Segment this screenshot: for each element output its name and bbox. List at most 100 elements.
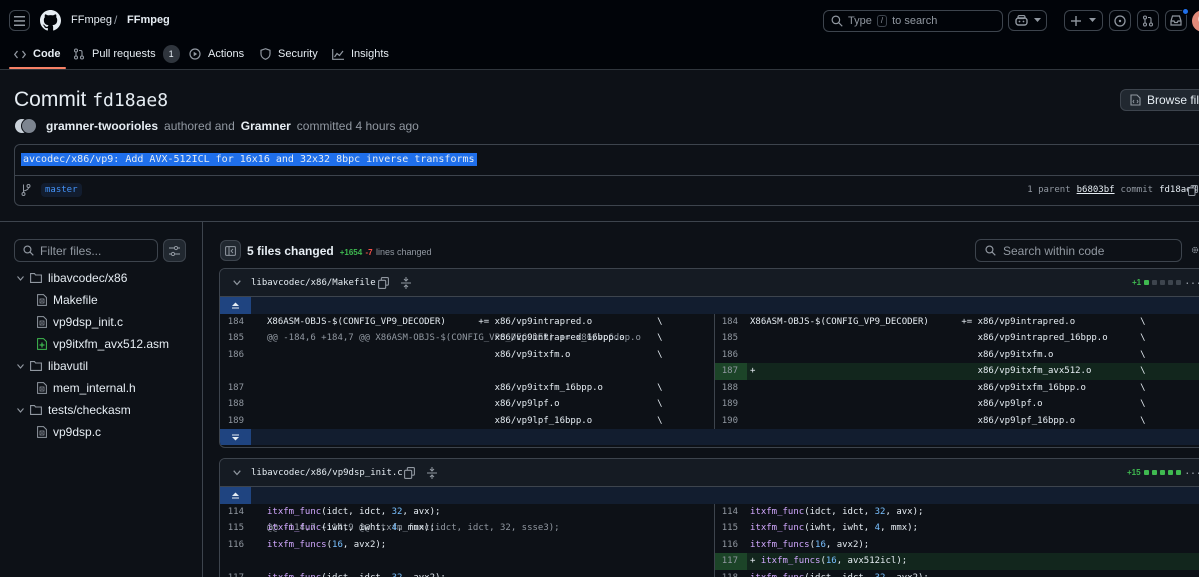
commit-title-word: Commit: [14, 88, 87, 111]
expand-down-icon: [232, 434, 239, 440]
copy-icon[interactable]: [1188, 185, 1198, 196]
deletions-count: -7: [365, 248, 373, 257]
fold-icon[interactable]: [427, 467, 437, 479]
tab-insights[interactable]: Insights: [332, 40, 389, 68]
line-number-right[interactable]: 190: [714, 413, 738, 430]
repo-name-link[interactable]: FFmpeg: [127, 14, 170, 26]
line-number-right[interactable]: 187: [714, 363, 738, 380]
line-number-left[interactable]: 188: [220, 396, 244, 413]
kebab-menu-icon[interactable]: ···: [1185, 464, 1199, 480]
parent-hash-link[interactable]: b6803bf: [1077, 185, 1115, 195]
line-number-left[interactable]: 187: [220, 380, 244, 397]
commit-message-box: avcodec/x86/vp9: Add AVX-512ICL for 16x1…: [14, 144, 1199, 206]
diff-file-header: libavcodec/x86/vp9dsp_init.c +15 ···: [220, 459, 1199, 487]
tree-folder-libavutil[interactable]: libavutil: [17, 356, 88, 376]
diff-file-name[interactable]: libavcodec/x86/Makefile: [251, 278, 376, 288]
line-number-left[interactable]: 114: [220, 504, 244, 521]
line-code-left: itxfm_funcs(16, avx2);: [267, 539, 387, 550]
line-code-right: + itxfm_funcs(16, avx512icl);: [750, 556, 908, 566]
line-number-right[interactable]: 184: [714, 314, 738, 331]
tree-file-mem-internal[interactable]: mem_internal.h: [37, 378, 136, 398]
repo-owner-link[interactable]: FFmpeg: [71, 14, 112, 26]
user-avatar[interactable]: [1192, 10, 1199, 32]
github-logo-icon[interactable]: [40, 10, 61, 31]
diff-line-added: 187 + x86/vp9itxfm_avx512.o \: [220, 363, 1199, 380]
tree-file-vp9dsp[interactable]: vp9dsp.c: [37, 422, 101, 442]
line-number-right[interactable]: 114: [714, 504, 738, 521]
expand-up-icon: [232, 492, 239, 499]
line-number-right[interactable]: 115: [714, 520, 738, 537]
expand-down-button[interactable]: [220, 429, 251, 445]
line-code-left: itxfm_func(idct, idct, 32, avx2);: [267, 570, 446, 577]
line-number-left[interactable]: 184: [220, 314, 244, 331]
line-number-left[interactable]: 116: [220, 537, 244, 554]
line-code-right: x86/vp9lpf_16bpp.o \: [750, 415, 1146, 426]
kebab-menu-icon[interactable]: ···: [1185, 274, 1199, 290]
chevron-down-icon[interactable]: [233, 280, 241, 286]
line-number-right[interactable]: 117: [714, 553, 738, 570]
diff-file-stat-text: +15: [1127, 468, 1141, 477]
tree-label: vp9itxfm_avx512.asm: [53, 337, 170, 351]
filter-files-input[interactable]: Filter files...: [14, 239, 158, 262]
global-search-input[interactable]: Type / to search: [823, 10, 1003, 32]
line-number-right[interactable]: 116: [714, 537, 738, 554]
chevron-down-icon[interactable]: [233, 470, 241, 476]
line-number-left[interactable]: 115: [220, 520, 244, 537]
copy-icon[interactable]: [404, 467, 415, 479]
browse-files-button[interactable]: Browse files: [1120, 89, 1199, 111]
diff-line: 187 x86/vp9itxfm_16bpp.o \ 188 x86/vp9itx…: [220, 379, 1199, 397]
branch-label[interactable]: master: [41, 183, 82, 197]
pull-requests-counter: 1: [162, 45, 180, 63]
expand-up-button[interactable]: [220, 487, 251, 504]
tab-pull-requests[interactable]: Pull requests 1: [73, 40, 180, 68]
chevron-down-icon: [1089, 18, 1096, 22]
toggle-file-tree-button[interactable]: [220, 240, 241, 261]
line-number-right[interactable]: 185: [714, 330, 738, 347]
diff-file-vp9dsp-init: libavcodec/x86/vp9dsp_init.c +15 ··· @@ …: [219, 458, 1199, 577]
line-number-right[interactable]: 118: [714, 570, 738, 577]
authored-text: authored and: [164, 119, 235, 133]
author-avatars[interactable]: [14, 118, 37, 134]
file-diff-icon: [37, 294, 47, 306]
tab-actions[interactable]: Actions: [189, 40, 244, 68]
tree-folder-tests-checkasm[interactable]: tests/checkasm: [17, 400, 131, 420]
line-number-left[interactable]: 189: [220, 413, 244, 430]
issues-button[interactable]: [1109, 10, 1131, 31]
tree-folder-libavcodec-x86[interactable]: libavcodec/x86: [17, 268, 127, 288]
copilot-button[interactable]: [1008, 10, 1047, 31]
expand-up-button[interactable]: [220, 297, 251, 314]
menu-button[interactable]: [9, 10, 30, 31]
filter-files-placeholder: Filter files...: [40, 243, 102, 258]
fold-icon[interactable]: [401, 277, 411, 289]
diff-file-stat-text: +1: [1132, 278, 1142, 287]
pull-requests-button[interactable]: [1137, 10, 1159, 31]
create-new-button[interactable]: [1064, 10, 1103, 31]
search-within-code-input[interactable]: Search within code: [975, 239, 1182, 262]
tree-file-vp9dsp-init[interactable]: vp9dsp_init.c: [37, 312, 123, 332]
copy-icon[interactable]: [378, 277, 389, 289]
line-number-right[interactable]: 188: [714, 380, 738, 397]
tab-code[interactable]: Code: [14, 40, 61, 68]
gear-icon[interactable]: [1191, 244, 1199, 256]
line-number-left[interactable]: 185: [220, 330, 244, 347]
line-number-right[interactable]: 189: [714, 396, 738, 413]
line-number-right[interactable]: 186: [714, 347, 738, 364]
tree-file-vp9itxfm-avx512[interactable]: vp9itxfm_avx512.asm: [37, 334, 169, 354]
tree-label: Makefile: [53, 293, 98, 307]
author-link[interactable]: gramner-twoorioles: [46, 119, 158, 133]
committer-link[interactable]: Gramner: [241, 119, 291, 133]
search-icon: [985, 245, 996, 256]
tab-security[interactable]: Security: [260, 40, 318, 68]
diff-file-name[interactable]: libavcodec/x86/vp9dsp_init.c: [251, 468, 403, 478]
shield-icon: [260, 48, 271, 60]
line-number-left[interactable]: 186: [220, 347, 244, 364]
line-code-right: itxfm_func(idct, idct, 32, avx2);: [750, 570, 929, 577]
expand-up-icon: [232, 302, 239, 309]
line-code-left: x86/vp9intrapred_16bpp.o \: [267, 333, 663, 343]
tree-file-makefile[interactable]: Makefile: [37, 290, 98, 310]
diff-line: 186 x86/vp9itxfm.o \ 186 x86/vp9itxfm.o \: [220, 346, 1199, 364]
filter-options-button[interactable]: [163, 239, 186, 262]
line-number-left[interactable]: 117: [220, 570, 244, 577]
notifications-button[interactable]: [1165, 8, 1189, 31]
search-icon: [23, 245, 34, 256]
